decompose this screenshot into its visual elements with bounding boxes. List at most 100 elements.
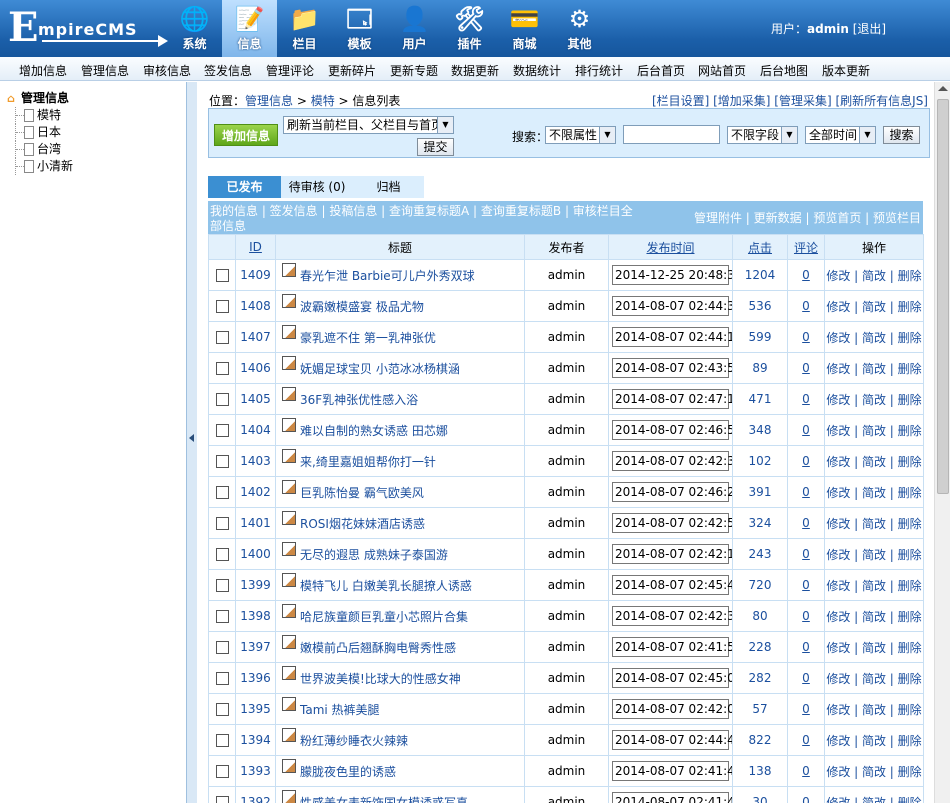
row-comments-link[interactable]: 0 [802,547,810,561]
row-title-link[interactable]: 难以自制的熟女诱惑 田芯娜 [300,424,448,438]
row-comments-link[interactable]: 0 [802,392,810,406]
submit-button[interactable]: 提交 [417,138,454,156]
row-comments-link[interactable]: 0 [802,609,810,623]
subnav-item-7[interactable]: 数据更新 [451,62,499,79]
row-checkbox[interactable] [215,331,229,344]
header-id[interactable]: ID [235,234,276,260]
row-comments-link[interactable]: 0 [802,640,810,654]
row-title-link[interactable]: 36F乳神张优性感入浴 [300,393,418,407]
row-title-link[interactable]: 来,绮里嘉姐姐帮你打一针 [300,455,436,469]
row-time-field[interactable]: 2014-08-07 02:41:57 [612,637,732,657]
edit-document-icon[interactable] [282,696,296,711]
edit-document-icon[interactable] [282,541,296,556]
edit-document-icon[interactable] [282,789,296,803]
subnav-item-3[interactable]: 签发信息 [204,62,252,79]
search-button[interactable]: 搜索 [883,126,920,144]
row-checkbox[interactable] [215,796,229,803]
attribute-select[interactable]: 不限属性 ▼ [545,126,616,144]
scroll-thumb[interactable] [937,99,949,494]
row-comments-link[interactable]: 0 [802,764,810,778]
row-checkbox[interactable] [215,672,229,685]
row-checkbox[interactable] [215,455,229,468]
row-checkbox[interactable] [215,486,229,499]
add-info-button[interactable]: 增加信息 [214,124,278,146]
row-time-field[interactable]: 2014-08-07 02:47:16 [612,389,732,409]
row-title-link[interactable]: 春光乍泄 Barbie可儿户外秀双球 [300,269,475,283]
nav-item-1[interactable]: 📝 信息 [222,0,277,57]
row-actions[interactable]: 修改 | 简改 | 删除 [824,786,924,803]
header-publish-time[interactable]: 发布时间 [608,234,733,260]
edit-document-icon[interactable] [282,479,296,494]
row-title-link[interactable]: 嫩模前凸后翘酥胸电臀秀性感 [300,641,456,655]
nav-item-5[interactable]: 🛠 插件 [442,0,497,57]
breadcrumb-item-manage[interactable]: 管理信息 [245,94,293,108]
row-title-link[interactable]: 世界波美模!比球大的性感女神 [300,672,461,686]
row-time-field[interactable]: 2014-08-07 02:41:49 [612,792,732,803]
edit-document-icon[interactable] [282,727,296,742]
subnav-item-11[interactable]: 网站首页 [698,62,746,79]
row-comments-link[interactable]: 0 [802,454,810,468]
row-actions[interactable]: 修改 | 简改 | 删除 [824,538,924,570]
tree-node[interactable]: 台湾 [7,141,73,158]
edit-document-icon[interactable] [282,293,296,308]
row-time-field[interactable]: 2014-08-07 02:46:54 [612,420,732,440]
row-comments-link[interactable]: 0 [802,733,810,747]
row-time-field[interactable]: 2014-08-07 02:42:05 [612,699,732,719]
edit-document-icon[interactable] [282,262,296,277]
row-title-link[interactable]: Tami 热裤美腿 [300,703,380,717]
row-title-link[interactable]: 粉红薄纱睡衣火辣辣 [300,734,408,748]
row-actions[interactable]: 修改 | 简改 | 删除 [824,414,924,446]
row-actions[interactable]: 修改 | 简改 | 删除 [824,290,924,322]
edit-document-icon[interactable] [282,510,296,525]
row-title-link[interactable]: 巨乳陈怡曼 霸气欧美风 [300,486,424,500]
row-checkbox[interactable] [215,703,229,716]
row-time-field[interactable]: 2014-08-07 02:43:52 [612,358,732,378]
refresh-scope-select[interactable]: 刷新当前栏目、父栏目与首页 ▼ [283,116,454,134]
tab-published[interactable]: 已发布 (793) [208,176,281,216]
row-title-link[interactable]: 无尽的遐思 成熟妹子泰国游 [300,548,448,562]
row-checkbox[interactable] [215,548,229,561]
row-checkbox[interactable] [215,765,229,778]
row-time-field[interactable]: 2014-08-07 02:45:48 [612,575,732,595]
tree-node[interactable]: 小清新 [7,158,73,175]
empirecms-logo[interactable]: E mpireCMS [8,8,168,48]
row-actions[interactable]: 修改 | 简改 | 删除 [824,321,924,353]
row-actions[interactable]: 修改 | 简改 | 删除 [824,259,924,291]
row-checkbox[interactable] [215,393,229,406]
row-actions[interactable]: 修改 | 简改 | 删除 [824,383,924,415]
row-time-field[interactable]: 2014-08-07 02:45:07 [612,668,732,688]
row-comments-link[interactable]: 0 [802,361,810,375]
subnav-item-5[interactable]: 更新碎片 [328,62,376,79]
edit-document-icon[interactable] [282,417,296,432]
edit-document-icon[interactable] [282,572,296,587]
row-title-link[interactable]: 哈尼族童颜巨乳童小芯照片合集 [300,610,468,624]
row-time-field[interactable]: 2014-08-07 02:42:15 [612,544,732,564]
vertical-scrollbar[interactable] [934,82,950,803]
subnav-item-1[interactable]: 管理信息 [81,62,129,79]
edit-document-icon[interactable] [282,386,296,401]
edit-document-icon[interactable] [282,448,296,463]
row-checkbox[interactable] [215,269,229,282]
row-actions[interactable]: 修改 | 简改 | 删除 [824,724,924,756]
row-checkbox[interactable] [215,734,229,747]
subnav-item-10[interactable]: 后台首页 [637,62,685,79]
subnav-item-6[interactable]: 更新专题 [390,62,438,79]
row-checkbox[interactable] [215,641,229,654]
edit-document-icon[interactable] [282,665,296,680]
row-time-field[interactable]: 2014-08-07 02:42:56 [612,513,732,533]
time-select[interactable]: 全部时间 ▼ [805,126,876,144]
row-checkbox[interactable] [215,610,229,623]
row-title-link[interactable]: 模特飞儿 白嫩美乳长腿撩人诱惑 [300,579,472,593]
nav-item-4[interactable]: 👤 用户 [387,0,442,57]
row-comments-link[interactable]: 0 [802,268,810,282]
row-time-field[interactable]: 2014-08-07 02:46:21 [612,482,732,502]
header-comments[interactable]: 评论 [787,234,825,260]
tab-pending[interactable]: 待审核 (0) [281,176,353,198]
nav-item-3[interactable]: 🗔 模板 [332,0,387,57]
tree-node[interactable]: 日本 [7,124,73,141]
scroll-up-arrow-icon[interactable] [938,86,948,91]
nav-item-7[interactable]: ⚙ 其他 [552,0,607,57]
tree-root[interactable]: ⌂ 管理信息 [7,90,73,107]
row-title-link[interactable]: 波霸嫩模盛宴 极品尤物 [300,300,424,314]
subnav-item-13[interactable]: 版本更新 [822,62,870,79]
